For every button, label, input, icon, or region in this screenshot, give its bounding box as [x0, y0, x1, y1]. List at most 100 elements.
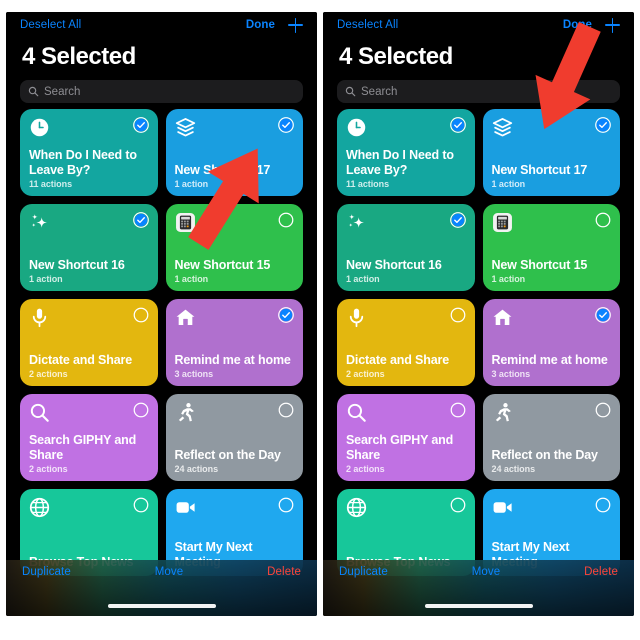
- move-button[interactable]: Move: [155, 566, 184, 578]
- shortcut-card[interactable]: When Do I Need to Leave By? 11 actions: [20, 109, 158, 197]
- checkmark-unselected-icon[interactable]: [450, 307, 466, 323]
- layers-icon: [175, 118, 195, 137]
- card-header: [29, 497, 149, 518]
- shortcut-card[interactable]: New Shortcut 15 1 action: [165, 204, 303, 292]
- done-button[interactable]: Done: [246, 19, 275, 31]
- checkmark-unselected-icon[interactable]: [133, 307, 149, 323]
- deselect-all-button[interactable]: Deselect All: [20, 19, 81, 31]
- running-person-icon: [495, 403, 511, 422]
- card-body: Dictate and Share 2 actions: [346, 353, 466, 380]
- checkmark-selected-icon[interactable]: [595, 117, 611, 134]
- shortcut-card[interactable]: Dictate and Share 2 actions: [337, 299, 475, 387]
- video-camera-icon: [176, 502, 195, 514]
- shortcut-card[interactable]: New Shortcut 16 1 action: [337, 204, 475, 292]
- shortcut-title: When Do I Need to Leave By?: [29, 147, 137, 177]
- delete-button[interactable]: Delete: [267, 566, 301, 578]
- shortcut-card[interactable]: Reflect on the Day 24 actions: [165, 394, 303, 482]
- checkmark-unselected-icon[interactable]: [595, 402, 611, 418]
- shortcut-card[interactable]: When Do I Need to Leave By? 11 actions: [337, 109, 475, 197]
- checkmark-selected-icon[interactable]: [278, 307, 294, 324]
- duplicate-button[interactable]: Duplicate: [22, 566, 71, 578]
- card-body: Remind me at home 3 actions: [175, 353, 295, 380]
- card-header: [175, 307, 295, 328]
- bottom-toolbar: Duplicate Move Delete: [323, 560, 634, 616]
- duplicate-button[interactable]: Duplicate: [339, 566, 388, 578]
- sparkles-icon: [31, 214, 47, 229]
- shortcut-title: New Shortcut 16: [346, 257, 442, 272]
- shortcut-card[interactable]: Reflect on the Day 24 actions: [482, 394, 620, 482]
- checkmark-unselected-icon[interactable]: [595, 212, 611, 228]
- deselect-all-button[interactable]: Deselect All: [337, 19, 398, 31]
- checkmark-unselected-icon[interactable]: [278, 212, 294, 228]
- card-header: [346, 212, 466, 233]
- search-input[interactable]: Search: [337, 80, 620, 104]
- checkmark-selected-icon[interactable]: [449, 117, 466, 134]
- shortcut-action-count: 2 actions: [29, 369, 68, 380]
- shortcut-card[interactable]: New Shortcut 17 1 action: [482, 109, 620, 197]
- shortcuts-scroll-area[interactable]: When Do I Need to Leave By? 11 actions N…: [6, 109, 317, 616]
- shortcut-card[interactable]: Search GIPHY and Share 2 actions: [20, 394, 158, 482]
- checkmark-unselected-icon[interactable]: [278, 402, 294, 418]
- checkmark-selected-icon[interactable]: [449, 212, 466, 229]
- shortcut-card[interactable]: New Shortcut 16 1 action: [20, 204, 158, 292]
- calculator-app-icon: [175, 213, 195, 233]
- shortcut-action-count: 11 actions: [346, 179, 390, 190]
- shortcut-action-count: 2 actions: [346, 369, 385, 380]
- plus-icon[interactable]: [605, 17, 620, 33]
- running-person-icon: [178, 403, 194, 422]
- plus-icon[interactable]: [288, 17, 303, 33]
- shortcut-action-count: 24 actions: [174, 464, 219, 475]
- calculator-app-icon: [492, 213, 512, 233]
- shortcut-card[interactable]: Dictate and Share 2 actions: [20, 299, 158, 387]
- video-camera-icon: [493, 502, 512, 514]
- checkmark-selected-icon[interactable]: [595, 307, 611, 324]
- search-input[interactable]: Search: [20, 80, 303, 104]
- shortcut-title: Dictate and Share: [346, 352, 450, 367]
- checkmark-selected-icon[interactable]: [278, 117, 294, 134]
- checkmark-unselected-icon[interactable]: [133, 402, 149, 418]
- checkmark-unselected-icon[interactable]: [278, 497, 294, 513]
- done-button[interactable]: Done: [563, 19, 592, 31]
- card-body: New Shortcut 17 1 action: [175, 163, 295, 190]
- delete-button[interactable]: Delete: [584, 566, 618, 578]
- house-icon: [176, 310, 194, 326]
- home-indicator: [424, 603, 533, 608]
- card-header: [492, 402, 612, 423]
- house-icon: [493, 310, 511, 326]
- shortcut-action-count: 1 action: [346, 274, 380, 285]
- checkmark-selected-icon[interactable]: [132, 212, 149, 229]
- shortcut-action-count: 1 action: [491, 274, 526, 285]
- sparkles-icon: [348, 214, 364, 229]
- phone-screen-right: Deselect All Done 4 Selected Search When…: [323, 12, 634, 616]
- card-header: [492, 212, 612, 233]
- card-header: [492, 307, 612, 328]
- shortcut-action-count: 1 action: [29, 274, 63, 285]
- shortcut-title: Search GIPHY and Share: [29, 432, 137, 462]
- shortcut-card[interactable]: Remind me at home 3 actions: [165, 299, 303, 387]
- checkmark-unselected-icon[interactable]: [595, 497, 611, 513]
- checkmark-unselected-icon[interactable]: [450, 402, 466, 418]
- checkmark-selected-icon[interactable]: [132, 117, 149, 134]
- shortcut-card[interactable]: New Shortcut 15 1 action: [482, 204, 620, 292]
- move-button[interactable]: Move: [472, 566, 501, 578]
- shortcut-card[interactable]: New Shortcut 17 1 action: [165, 109, 303, 197]
- shortcut-card[interactable]: Search GIPHY and Share 2 actions: [337, 394, 475, 482]
- card-body: When Do I Need to Leave By? 11 actions: [346, 148, 466, 190]
- navigation-bar: Deselect All Done: [6, 12, 317, 38]
- shortcut-title: Remind me at home: [491, 352, 608, 367]
- search-container: Search: [323, 72, 634, 109]
- card-header: [346, 117, 466, 138]
- magnifier-icon: [30, 404, 49, 423]
- shortcut-action-count: 1 action: [174, 179, 209, 190]
- checkmark-unselected-icon[interactable]: [133, 497, 149, 513]
- navigation-bar: Deselect All Done: [323, 12, 634, 38]
- shortcut-title: Search GIPHY and Share: [346, 432, 454, 462]
- checkmark-unselected-icon[interactable]: [450, 497, 466, 513]
- shortcut-title: New Shortcut 16: [29, 257, 125, 272]
- card-header: [29, 212, 149, 233]
- shortcut-card[interactable]: Remind me at home 3 actions: [482, 299, 620, 387]
- shortcuts-grid: When Do I Need to Leave By? 11 actions N…: [323, 109, 634, 577]
- card-header: [346, 402, 466, 423]
- shortcut-title: When Do I Need to Leave By?: [346, 147, 454, 177]
- shortcuts-scroll-area[interactable]: When Do I Need to Leave By? 11 actions N…: [323, 109, 634, 616]
